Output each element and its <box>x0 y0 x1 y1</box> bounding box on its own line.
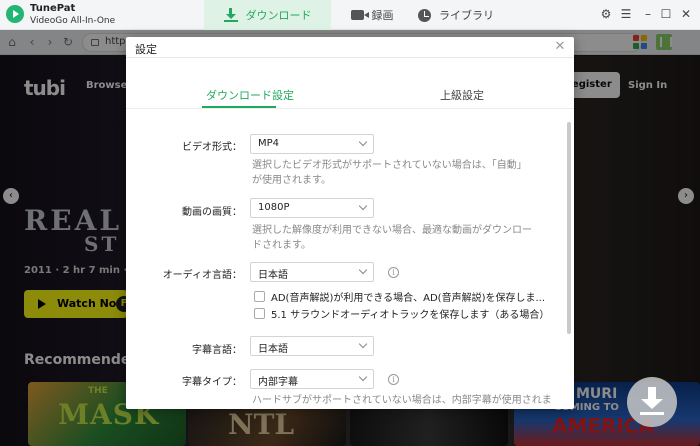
tab-library[interactable]: ライブラリ <box>416 0 496 30</box>
app-logo-icon <box>6 5 24 23</box>
video-format-label: ビデオ形式： <box>182 142 242 153</box>
tab-record-label: 録画 <box>371 9 394 22</box>
settings-dialog: 設定 ✕ ダウンロード設定 上級設定 ビデオ形式： MP4 選択したビデオ形式が… <box>126 37 574 409</box>
app-subname: VideoGo All-In-One <box>30 16 116 26</box>
video-format-select[interactable]: MP4 <box>250 134 374 154</box>
video-format-value: MP4 <box>258 138 280 149</box>
subtitle-type-description: ハードサブがサポートされていない場合は、内部字幕が使用されま <box>252 395 552 406</box>
dialog-header: 設定 ✕ <box>126 37 574 58</box>
info-icon[interactable]: i <box>388 374 399 385</box>
subtitle-type-select[interactable]: 内部字幕 <box>250 369 374 389</box>
chevron-down-icon <box>358 265 368 275</box>
chevron-down-icon <box>358 201 368 211</box>
surround-audio-label: 5.1 サラウンドオーディオトラックを保存します（ある場合） <box>271 309 550 321</box>
audio-language-select[interactable]: 日本語 <box>250 262 374 282</box>
subtitle-language-select[interactable]: 日本語 <box>250 336 374 356</box>
download-fab-icon[interactable] <box>627 377 677 427</box>
surround-audio-checkbox[interactable]: 5.1 サラウンドオーディオトラックを保存します（ある場合） <box>254 306 550 321</box>
checkbox[interactable] <box>254 307 265 319</box>
tab-advanced-settings[interactable]: 上級設定 <box>440 87 484 103</box>
settings-gear-icon[interactable]: ⚙ <box>598 6 614 22</box>
menu-icon[interactable]: ☰ <box>618 6 634 22</box>
close-window-button[interactable]: ✕ <box>678 6 694 22</box>
video-camera-icon <box>350 10 369 20</box>
audio-description-checkbox[interactable]: AD(音声解説)が利用できる場合、AD(音声解説)を保存しま... <box>254 289 546 304</box>
maximize-button[interactable]: ☐ <box>658 6 674 22</box>
subtitle-language-label: 字幕言語： <box>192 345 242 356</box>
info-icon[interactable]: i <box>388 267 399 278</box>
app-name: TunePat <box>30 3 76 14</box>
subtitle-language-value: 日本語 <box>258 344 288 355</box>
tab-download[interactable]: ダウンロード <box>204 0 331 30</box>
video-format-description: 選択したビデオ形式がサポートされていない場合は、「自動」が使用されます。 <box>252 160 527 186</box>
tab-library-label: ライブラリ <box>439 9 494 22</box>
close-icon[interactable]: ✕ <box>552 39 568 55</box>
download-icon <box>223 8 238 22</box>
tab-download-label: ダウンロード <box>245 9 312 22</box>
chevron-down-icon <box>358 372 368 382</box>
audio-description-label: AD(音声解説)が利用できる場合、AD(音声解説)を保存しま... <box>271 292 546 304</box>
video-quality-select[interactable]: 1080P <box>250 198 374 218</box>
clock-icon <box>418 8 431 22</box>
title-bar: TunePat VideoGo All-In-One ダウンロード 録画 ライブ… <box>0 0 700 30</box>
checkbox[interactable] <box>254 290 265 302</box>
tab-record[interactable]: 録画 <box>332 0 412 30</box>
video-quality-value: 1080P <box>258 202 290 213</box>
tabs-divider <box>126 108 574 109</box>
audio-language-label: オーディオ言語： <box>162 270 242 281</box>
chevron-down-icon <box>358 339 368 349</box>
subtitle-type-value: 内部字幕 <box>258 377 298 388</box>
video-quality-description: 選択した解像度が利用できない場合、最適な動画がダウンロードされます。 <box>252 225 532 251</box>
scrollbar[interactable] <box>567 122 571 334</box>
tab-download-settings[interactable]: ダウンロード設定 <box>206 87 294 103</box>
audio-language-value: 日本語 <box>258 270 288 281</box>
video-quality-label: 動画の画質： <box>182 207 242 218</box>
chevron-down-icon <box>358 137 368 147</box>
subtitle-type-label: 字幕タイプ： <box>182 377 242 388</box>
minimize-button[interactable]: – <box>640 6 656 22</box>
dialog-title: 設定 <box>135 43 157 56</box>
